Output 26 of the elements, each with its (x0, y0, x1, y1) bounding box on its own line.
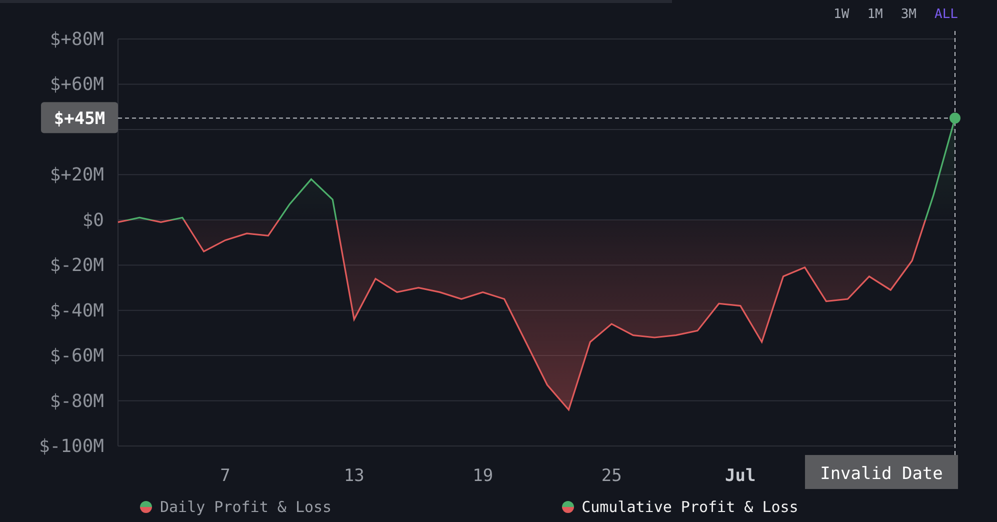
cursor-date-badge: Invalid Date (805, 455, 958, 489)
ref-line-label: $+45M (54, 109, 106, 130)
legend-dot-icon (562, 501, 574, 513)
y-axis-label: $0 (82, 210, 104, 231)
legend-item[interactable]: Daily Profit & Loss (140, 498, 332, 516)
x-axis-label: 25 (601, 466, 622, 486)
y-axis-label: $-80M (50, 390, 104, 412)
cursor-point (950, 112, 960, 124)
y-axis-label: $+60M (50, 74, 104, 96)
y-axis-label: $+20M (50, 164, 104, 186)
range-tab[interactable]: ALL (928, 7, 965, 24)
cursor-value-badge: $+45M (41, 102, 118, 134)
x-axis-label: 7 (220, 466, 230, 486)
y-axis-label: $+80M (50, 29, 104, 50)
x-axis-label: Jul (725, 466, 756, 486)
legend-dot-icon (140, 501, 152, 513)
legend-item[interactable]: Cumulative Profit & Loss (562, 498, 798, 516)
y-axis-label: $-100M (38, 436, 104, 457)
y-axis-label: $-40M (50, 300, 104, 322)
range-tab[interactable]: 3M (894, 7, 924, 24)
range-tab[interactable]: 1M (860, 7, 890, 24)
x-axis-label: 19 (472, 466, 494, 486)
y-axis-label: $-20M (50, 255, 104, 276)
range-tab[interactable]: 1W (826, 7, 856, 24)
x-axis-label: 13 (344, 466, 364, 486)
y-axis-label: $-60M (50, 346, 104, 367)
